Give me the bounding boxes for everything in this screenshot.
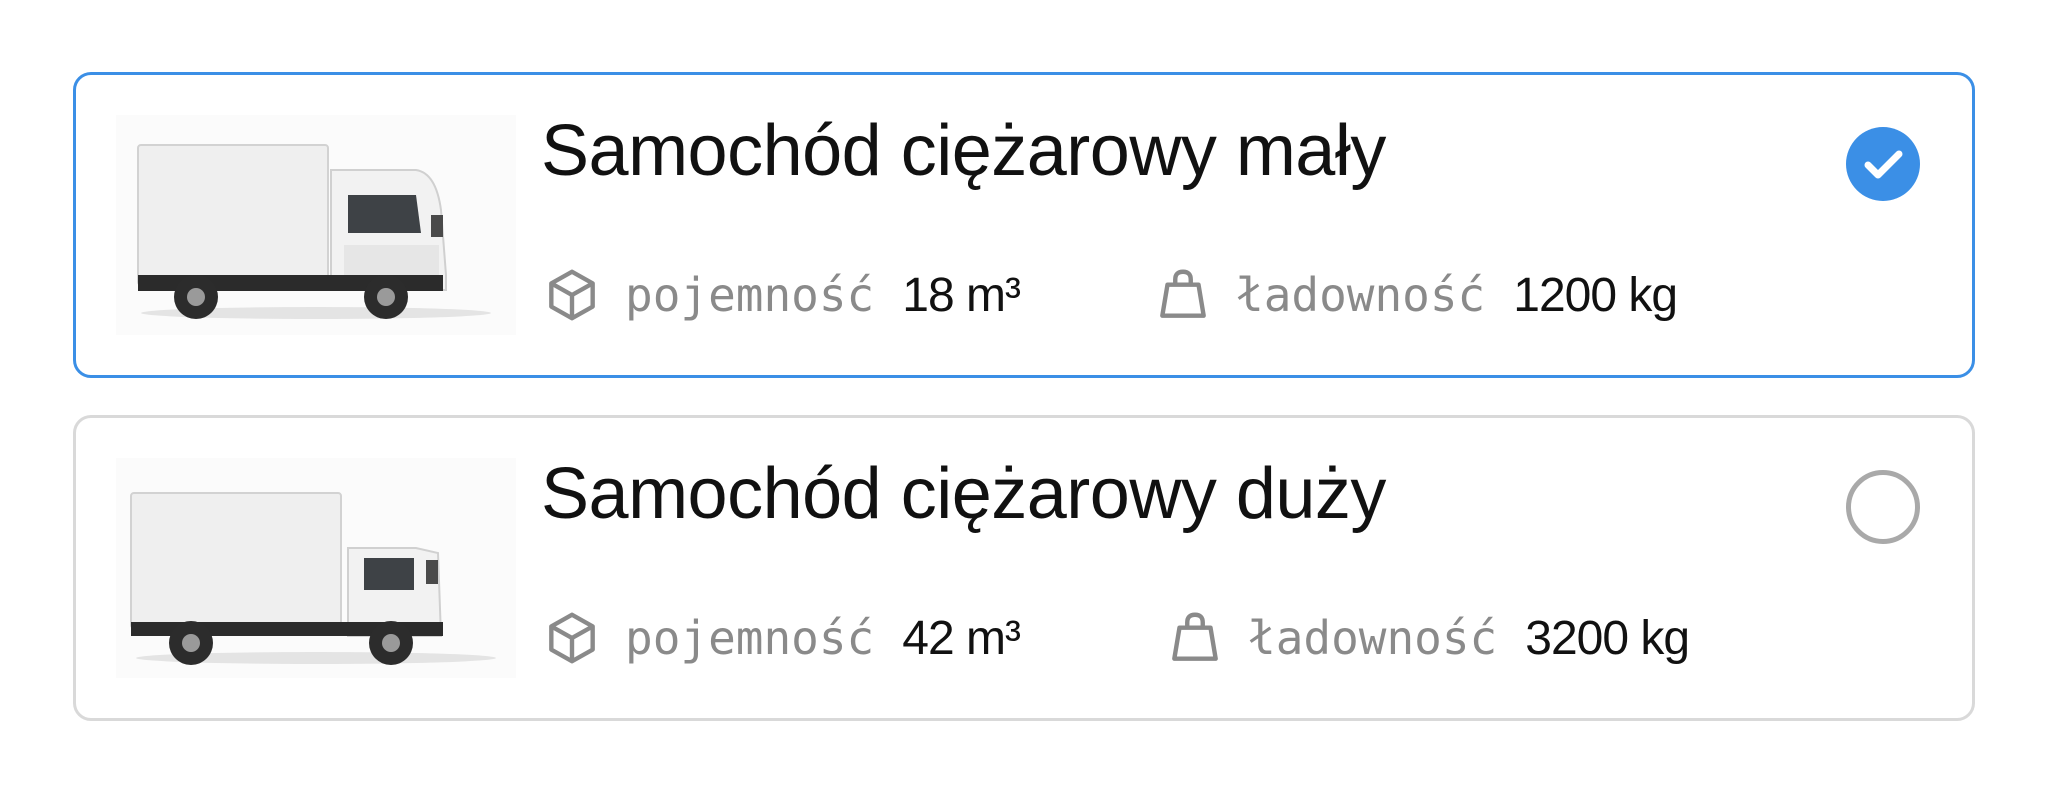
- unselected-radio[interactable]: [1846, 470, 1920, 544]
- load-value: 1200 kg: [1513, 268, 1678, 322]
- load-label: ładowność: [1248, 611, 1498, 665]
- capacity-spec: pojemność 42 m³: [541, 606, 1021, 670]
- bag-icon: [1160, 269, 1206, 318]
- vehicle-title: Samochód ciężarowy mały: [541, 111, 1386, 191]
- load-spec: ładowność 3200 kg: [1164, 606, 1690, 670]
- box-icon: [549, 269, 595, 321]
- capacity-value: 42 m³: [902, 611, 1021, 665]
- capacity-label: pojemność: [625, 611, 875, 665]
- large-truck-image: [116, 458, 516, 678]
- capacity-label: pojemność: [625, 268, 875, 322]
- vehicle-option-large-truck[interactable]: Samochód ciężarowy duży pojemność 42 m³ …: [73, 415, 1975, 721]
- check-icon: [1864, 150, 1903, 179]
- vehicle-title: Samochód ciężarowy duży: [541, 454, 1386, 534]
- vehicle-option-small-truck[interactable]: Samochód ciężarowy mały pojemność 18 m³ …: [73, 72, 1975, 378]
- box-icon: [549, 612, 595, 664]
- small-truck-image: [116, 115, 516, 335]
- capacity-value: 18 m³: [902, 268, 1021, 322]
- load-value: 3200 kg: [1525, 611, 1690, 665]
- bag-icon: [1172, 612, 1218, 661]
- selected-radio[interactable]: [1846, 127, 1920, 201]
- load-spec: ładowność 1200 kg: [1152, 263, 1678, 327]
- capacity-spec: pojemność 18 m³: [541, 263, 1021, 327]
- load-label: ładowność: [1236, 268, 1486, 322]
